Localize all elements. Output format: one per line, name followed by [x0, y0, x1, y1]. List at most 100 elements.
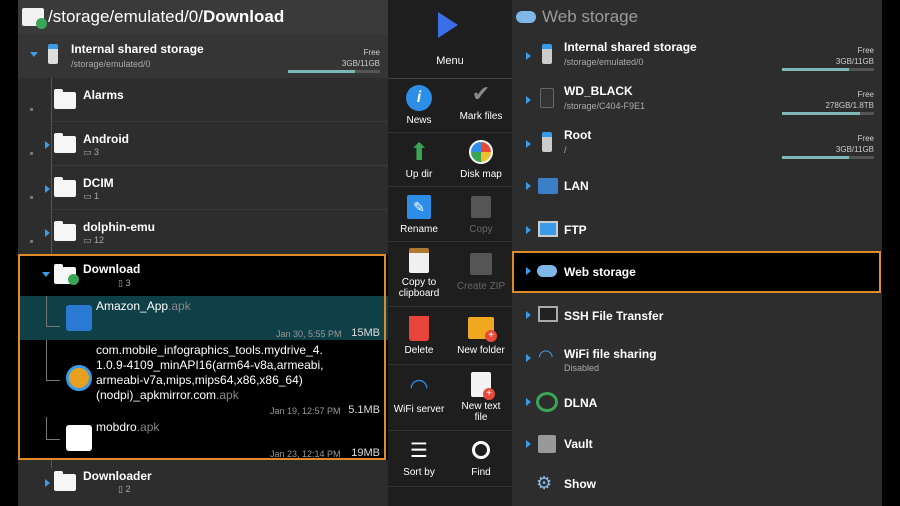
collapsed-arrow [526, 440, 531, 448]
path-prefix: /storage/emulated/0/ [48, 7, 203, 26]
network-item-ftp[interactable]: FTP [512, 210, 882, 252]
folder-item-count: ▭ 3 [83, 147, 100, 157]
new-folder-icon: + [467, 314, 497, 342]
create-zip-button[interactable]: Create ZIP [450, 250, 512, 292]
storage-path: /storage/emulated/0 [71, 59, 151, 69]
storage-icon [48, 44, 58, 64]
pie-chart-icon [467, 138, 495, 166]
folder-item-count: ▭ 12 [83, 235, 105, 245]
collapsed-arrow [526, 52, 531, 60]
wifi-icon: ◠ [409, 374, 429, 399]
folder-name: Alarms [83, 88, 124, 102]
collapsed-arrow [45, 141, 50, 149]
mark-files-button[interactable]: ✔ Mark files [450, 80, 512, 122]
zip-icon [467, 250, 495, 278]
network-item-ssh[interactable]: SSH File Transfer [512, 295, 882, 337]
collapsed-arrow [45, 185, 50, 193]
folder-row-dcim[interactable]: DCIM ▭ 1 [18, 166, 388, 210]
collapsed-arrow [526, 354, 531, 362]
storage-item-internal[interactable]: Internal shared storage /storage/emulate… [512, 34, 882, 78]
search-icon [467, 436, 495, 464]
dlna-icon [536, 392, 558, 412]
rename-button[interactable]: ✎ Rename [388, 193, 450, 235]
sd-card-icon [540, 88, 554, 108]
storage-free-value: 3GB/11GB [341, 59, 380, 68]
sort-by-button[interactable]: ☰ Sort by [388, 436, 450, 479]
clipboard-icon [405, 246, 433, 274]
collapsed-arrow [526, 311, 531, 319]
folder-name: Android [83, 132, 129, 146]
terminal-lock-icon [538, 306, 558, 322]
pencil-icon: ✎ [405, 193, 433, 221]
folder-row-downloader[interactable]: Downloader ▯ 2 [18, 462, 388, 506]
copy-to-clipboard-button[interactable]: Copy to clipboard [388, 246, 450, 299]
new-text-file-button[interactable]: + New text file [450, 370, 512, 423]
phone-storage-icon [542, 132, 552, 152]
folder-name: Downloader [83, 469, 152, 483]
storage-item-wd-black[interactable]: WD_BLACK /storage/C404-F9E1 Free 278GB/1… [512, 78, 882, 122]
new-file-icon: + [467, 370, 495, 400]
collapsed-arrow [526, 96, 531, 104]
folder-icon [54, 133, 76, 153]
storage-usage-bar [782, 156, 874, 159]
folder-name: DCIM [83, 176, 114, 190]
copy-icon [467, 193, 495, 221]
folder-icon [54, 89, 76, 109]
pane-title: Web storage [542, 7, 639, 26]
lan-icon [538, 178, 558, 194]
storage-usage-bar [782, 68, 874, 71]
expanded-arrow [30, 52, 38, 57]
news-button[interactable]: i News [388, 84, 450, 126]
web-storage-title-bar: Web storage [512, 0, 882, 34]
phone-storage-icon [542, 44, 552, 64]
collapsed-arrow [45, 479, 50, 487]
storage-row[interactable]: Internal shared storage /storage/emulate… [18, 34, 388, 78]
disk-map-button[interactable]: Disk map [450, 138, 512, 180]
copy-button[interactable]: Copy [450, 193, 512, 235]
download-folder-icon [22, 8, 47, 29]
menu-title: Menu [436, 55, 464, 67]
menu-pane: Menu i News ✔ Mark files ⬆ Up dir Disk m… [388, 0, 512, 506]
camera-folder-icon [54, 177, 76, 197]
path-title-bar: /storage/emulated/0/Download [18, 0, 388, 34]
folder-icon [54, 221, 76, 241]
folder-item-count: ▯ 2 [118, 484, 131, 494]
folder-icon [54, 471, 76, 491]
storage-name: Internal shared storage [71, 42, 204, 56]
storage-usage-bar [288, 70, 380, 73]
vault-safe-icon [538, 435, 556, 453]
network-item-wifi-sharing[interactable]: ◠ WiFi file sharing Disabled [512, 338, 882, 380]
right-storage-pane[interactable]: Web storage Internal shared storage /sto… [512, 0, 882, 506]
folder-name: dolphin-emu [83, 220, 155, 234]
left-file-pane[interactable]: /storage/emulated/0/Download Internal sh… [18, 0, 388, 506]
storage-usage-bar [782, 112, 874, 115]
collapsed-arrow [526, 182, 531, 190]
info-icon: i [405, 84, 433, 112]
download-selection-outline [18, 254, 386, 460]
collapsed-arrow [526, 398, 531, 406]
gears-icon: ⚙ [536, 473, 553, 493]
cloud-icon [516, 11, 536, 23]
sort-icon: ☰ [410, 439, 428, 462]
collapsed-arrow [526, 140, 531, 148]
collapsed-arrow [45, 229, 50, 237]
wifi-server-button[interactable]: ◠ WiFi server [388, 373, 450, 415]
delete-button[interactable]: Delete [388, 314, 450, 356]
wifi-icon: ◠ [538, 346, 554, 366]
folder-row-alarms[interactable]: Alarms [18, 78, 388, 122]
up-arrow-icon: ⬆ [408, 138, 430, 166]
up-dir-button[interactable]: ⬆ Up dir [388, 138, 450, 181]
folder-row-dolphin-emu[interactable]: dolphin-emu ▭ 12 [18, 210, 388, 254]
checkmark-icon: ✔ [471, 81, 491, 106]
vault-item[interactable]: Vault [512, 424, 882, 466]
network-item-dlna[interactable]: DLNA [512, 382, 882, 424]
network-item-lan[interactable]: LAN [512, 166, 882, 208]
folder-row-android[interactable]: Android ▭ 3 [18, 122, 388, 166]
storage-item-root[interactable]: Root / Free 3GB/11GB [512, 122, 882, 166]
show-item[interactable]: ⚙ Show [512, 466, 882, 506]
collapsed-arrow [526, 226, 531, 234]
find-button[interactable]: Find [450, 436, 512, 478]
trash-icon [405, 314, 433, 342]
new-folder-button[interactable]: + New folder [450, 314, 512, 356]
folder-item-count: ▭ 1 [83, 191, 100, 201]
